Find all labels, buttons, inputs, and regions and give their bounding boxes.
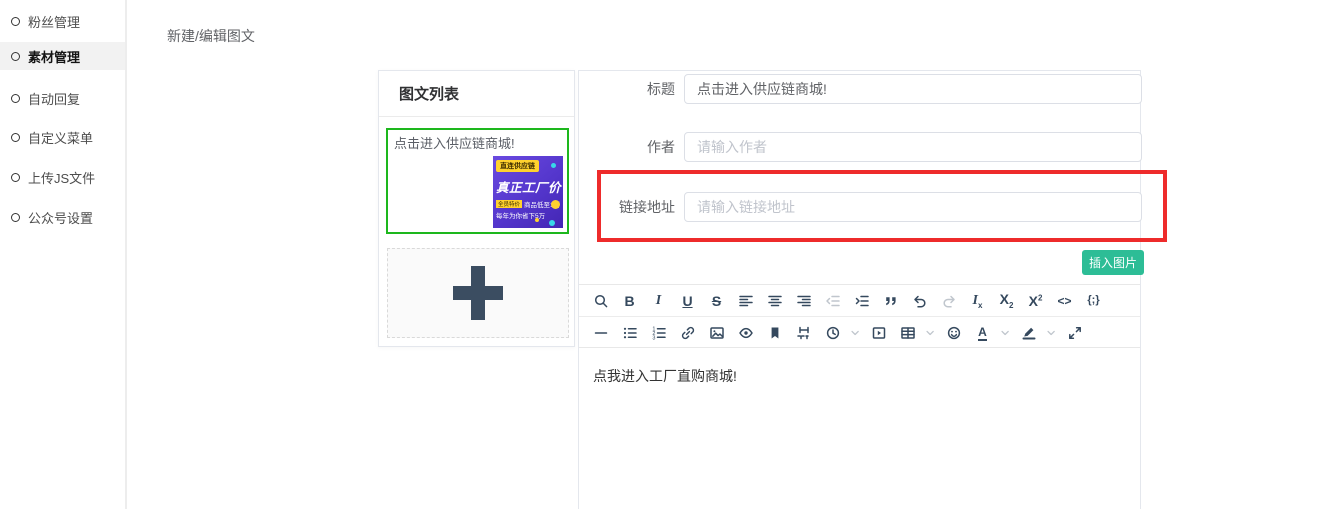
radio-circle-icon — [11, 173, 20, 182]
fullscreen-icon[interactable] — [1060, 320, 1089, 346]
sidebar-item-fans[interactable]: 粉丝管理 — [0, 7, 125, 35]
dropdown-chevron-icon[interactable] — [997, 320, 1014, 346]
link-icon[interactable] — [673, 320, 702, 346]
list-unordered-icon[interactable] — [615, 320, 644, 346]
radio-circle-icon — [11, 52, 20, 61]
title-label: 标题 — [579, 74, 675, 104]
decor-dot — [551, 200, 560, 209]
editor-content-area[interactable]: 点我进入工厂直购商城! — [579, 348, 1140, 509]
radio-circle-icon — [11, 213, 20, 222]
superscript-icon[interactable]: X2 — [1021, 288, 1050, 314]
radio-circle-icon — [11, 17, 20, 26]
toolbar-row-1: BIUSIxX2X2<>{;} — [579, 285, 1140, 317]
sidebar-item-material[interactable]: 素材管理 — [0, 42, 125, 70]
undo-icon[interactable] — [905, 288, 934, 314]
clock-icon[interactable] — [818, 320, 847, 346]
link-address-input[interactable] — [684, 192, 1142, 222]
underline-icon[interactable]: U — [673, 288, 702, 314]
editor-toolbar: BIUSIxX2X2<>{;} 123A — [579, 284, 1140, 348]
sidebar-item-label: 粉丝管理 — [28, 12, 80, 31]
clear-format-icon[interactable]: Ix — [963, 288, 992, 314]
dropdown-chevron-icon[interactable] — [922, 320, 939, 346]
radio-circle-icon — [11, 94, 20, 103]
thumb-badge: 直连供应链 — [496, 160, 539, 172]
sidebar-item-autoreply[interactable]: 自动回复 — [0, 84, 125, 112]
redo-icon[interactable] — [934, 288, 963, 314]
author-input[interactable] — [684, 132, 1142, 162]
plus-icon — [453, 266, 503, 320]
sidebar-item-account-settings[interactable]: 公众号设置 — [0, 203, 125, 231]
subscript-icon[interactable]: X2 — [992, 288, 1021, 314]
align-right-icon[interactable] — [789, 288, 818, 314]
table-icon[interactable] — [893, 320, 922, 346]
insert-image-button[interactable]: 插入图片 — [1082, 250, 1144, 275]
page-break-icon[interactable] — [789, 320, 818, 346]
article-card-title: 点击进入供应链商城! — [394, 135, 561, 152]
align-left-icon[interactable] — [731, 288, 760, 314]
sidebar-item-custom-menu[interactable]: 自定义菜单 — [0, 123, 125, 151]
thumb-tag: 全员特价 — [496, 200, 522, 208]
image-icon[interactable] — [702, 320, 731, 346]
article-thumbnail-image: 直连供应链 真正工厂价 全员特价 商品低至1折 每年为你省下5万 — [493, 156, 563, 228]
sidebar-item-label: 上传JS文件 — [28, 168, 95, 187]
decor-dot — [551, 163, 556, 168]
outdent-icon[interactable] — [818, 288, 847, 314]
link-address-label: 链接地址 — [579, 192, 675, 222]
radio-circle-icon — [11, 133, 20, 142]
code-inline-icon[interactable]: <> — [1050, 288, 1079, 314]
video-icon[interactable] — [864, 320, 893, 346]
strikethrough-icon[interactable]: S — [702, 288, 731, 314]
article-card-selected[interactable]: 点击进入供应链商城! 直连供应链 真正工厂价 全员特价 商品低至1折 每年为你省… — [386, 128, 569, 234]
svg-text:3: 3 — [652, 336, 655, 341]
add-article-button[interactable] — [387, 248, 569, 338]
horizontal-rule-icon[interactable] — [586, 320, 615, 346]
code-block-icon[interactable]: {;} — [1079, 288, 1108, 314]
page-title: 新建/编辑图文 — [167, 26, 255, 46]
sidebar-item-label: 素材管理 — [28, 47, 80, 66]
dropdown-chevron-icon[interactable] — [1043, 320, 1060, 346]
title-input[interactable] — [684, 74, 1142, 104]
sidebar-item-label: 自动回复 — [28, 89, 80, 108]
indent-icon[interactable] — [847, 288, 876, 314]
article-list-title: 图文列表 — [379, 71, 574, 117]
bold-icon[interactable]: B — [615, 288, 644, 314]
dropdown-chevron-icon[interactable] — [847, 320, 864, 346]
decor-dot — [549, 220, 555, 226]
sidebar: 粉丝管理 素材管理 自动回复 自定义菜单 上传JS文件 公众号设置 — [0, 0, 127, 509]
sidebar-item-label: 自定义菜单 — [28, 128, 93, 147]
thumb-headline: 真正工厂价 — [496, 177, 561, 196]
article-editor-panel: 标题 作者 链接地址 插入图片 BIUSIxX2X2<>{;} 123A 点我进… — [578, 70, 1141, 509]
emoji-icon[interactable] — [939, 320, 968, 346]
list-ordered-icon[interactable]: 123 — [644, 320, 673, 346]
sidebar-item-upload-js[interactable]: 上传JS文件 — [0, 163, 125, 191]
decor-dot — [535, 218, 539, 222]
sidebar-item-label: 公众号设置 — [28, 208, 93, 227]
article-list-panel: 图文列表 点击进入供应链商城! 直连供应链 真正工厂价 全员特价 商品低至1折 … — [378, 70, 575, 347]
align-center-icon[interactable] — [760, 288, 789, 314]
preview-icon[interactable] — [731, 320, 760, 346]
font-color-icon[interactable]: A — [968, 320, 997, 346]
author-label: 作者 — [579, 132, 675, 162]
blockquote-icon[interactable] — [876, 288, 905, 314]
highlight-icon[interactable] — [1014, 320, 1043, 346]
bookmark-icon[interactable] — [760, 320, 789, 346]
italic-icon[interactable]: I — [644, 288, 673, 314]
search-icon[interactable] — [586, 288, 615, 314]
toolbar-row-2: 123 A — [579, 317, 1140, 349]
